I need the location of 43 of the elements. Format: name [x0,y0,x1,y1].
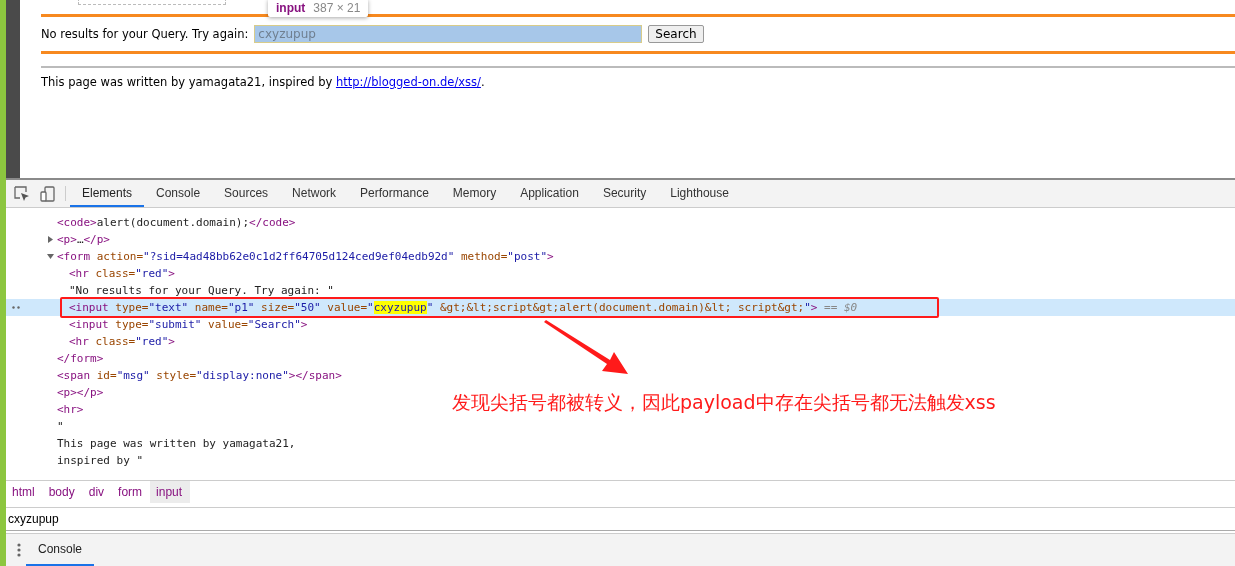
devtools-tab[interactable]: Performance [348,180,441,207]
more-icon[interactable] [17,543,21,557]
dom-node[interactable]: <code>alert(document.domain);</code> [57,214,296,231]
selection-dots-icon [12,306,21,309]
breadcrumb[interactable]: html [6,481,43,503]
devtools-tab[interactable]: Sources [212,180,281,207]
dom-node[interactable]: This page was written by yamagata21, [57,435,296,452]
footer-text: This page was written by yamagata21, inspired by http://blogged-on.de/xss/. [41,75,486,89]
devtools-tab[interactable]: Lighthouse [658,180,741,207]
annotation-text: 发现尖括号都被转义，因此payload中存在尖括号都无法触发xss [452,390,996,415]
devtools-tab[interactable]: Security [590,180,659,207]
dom-node[interactable]: <input type="submit" value="Search"> [69,316,308,333]
devtools-tab[interactable]: Network [280,180,349,207]
breadcrumb[interactable]: form [112,481,151,503]
dom-node[interactable]: "No results for your Query. Try again: " [69,282,334,299]
breadcrumb[interactable]: input [150,481,191,503]
dom-node[interactable]: <hr class="red"> [69,333,175,350]
tooltip-size: 387 × 21 [313,1,361,15]
device-icon[interactable] [40,185,56,202]
collapsed-triangle-icon[interactable] [47,236,54,243]
inspect-icon[interactable] [14,185,30,202]
dom-node[interactable]: <p>…</p> [57,231,110,248]
dom-node[interactable]: <hr> [57,401,84,418]
dom-node[interactable]: " [57,418,64,435]
dom-node[interactable]: inspired by " [57,452,144,469]
devtools-tab[interactable]: Memory [440,180,509,207]
dom-node[interactable]: <p></p> [57,384,104,401]
footer-link[interactable]: http://blogged-on.de/xss/ [335,75,481,89]
dom-node[interactable]: </form> [57,350,104,367]
tooltip-tag: input [276,1,306,15]
dom-node[interactable]: <form action="?sid=4ad48bb62e0c1d2ff64705d124ced9ef04edb92d" method="post"> [57,248,554,265]
expanded-triangle-icon[interactable] [47,253,54,260]
breadcrumb[interactable]: div [82,481,113,503]
dom-node[interactable]: <hr class="red"> [69,265,175,282]
drawer-tab[interactable]: Console [26,534,95,566]
devtools-tab[interactable]: Application [508,180,591,207]
search-button[interactable]: Search [648,25,704,43]
dom-node[interactable]: <span id="msg" style="display:none"></span> [57,367,342,384]
breadcrumb[interactable]: body [42,481,83,503]
query-label: No results for your Query. Try again: [41,27,249,41]
devtools-tab[interactable]: Elements [70,180,145,207]
devtools-tab[interactable]: Console [144,180,213,207]
value-text: cxyzupup [8,512,59,526]
